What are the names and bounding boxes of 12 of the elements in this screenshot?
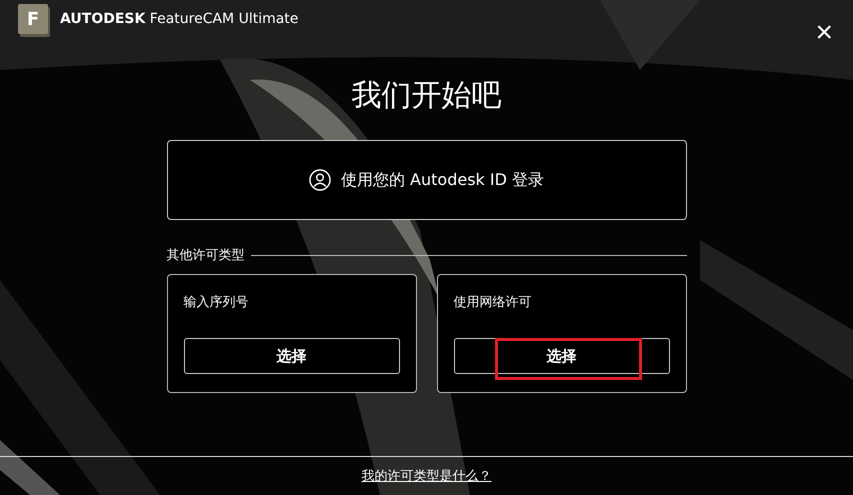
heading: 我们开始吧: [352, 77, 502, 115]
sign-in-button[interactable]: 使用您的 Autodesk ID 登录: [166, 140, 686, 220]
logo-icon: F: [18, 4, 48, 34]
option-title: 输入序列号: [184, 294, 250, 311]
option-title: 使用网络许可: [454, 294, 532, 311]
select-button[interactable]: 选择: [454, 338, 670, 374]
help-link[interactable]: 我的许可类型是什么？: [362, 467, 492, 485]
section-title: 其他许可类型: [166, 247, 244, 264]
user-icon: [308, 169, 331, 191]
select-button[interactable]: 选择: [184, 338, 400, 374]
close-button[interactable]: ×: [813, 18, 835, 48]
app-title: AUTODESK FeatureCAM Ultimate: [60, 11, 298, 27]
